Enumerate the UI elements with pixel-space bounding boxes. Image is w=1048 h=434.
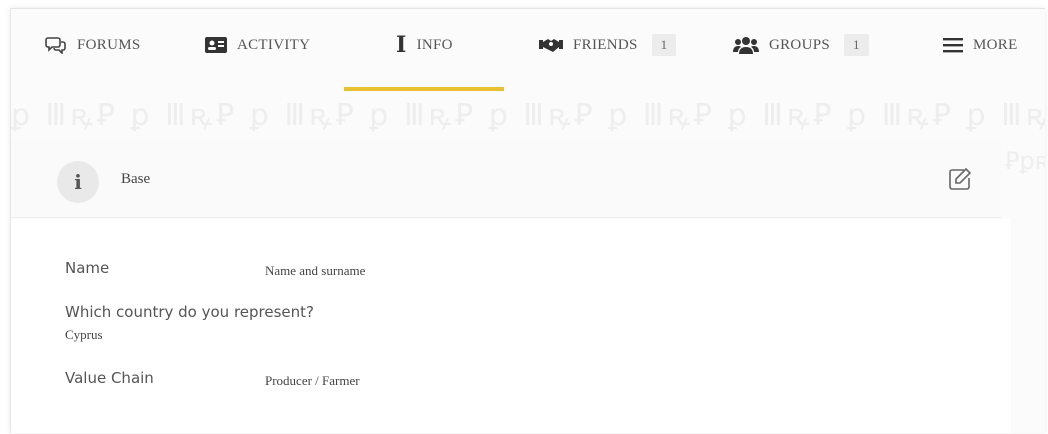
- section-header: i Base: [11, 141, 1001, 218]
- tab-label: FORUMS: [77, 36, 141, 53]
- decorative-pattern-side: ꝐꝑꝶꝐꝑꝶ: [1005, 149, 1045, 175]
- tab-label: MORE: [973, 36, 1018, 53]
- tab-forums[interactable]: FORUMS: [45, 9, 141, 81]
- users-icon: [733, 36, 759, 54]
- field-value-country: Cyprus: [65, 327, 103, 342]
- chat-bubbles-icon: [45, 36, 67, 54]
- profile-nav: FORUMS ACTIVITY i INFO FRIENDS 1 GROUPS …: [11, 9, 1045, 81]
- tab-friends[interactable]: FRIENDS 1: [539, 9, 677, 81]
- info-icon: i: [396, 32, 407, 58]
- tab-more[interactable]: MORE: [943, 9, 1018, 81]
- tab-label: ACTIVITY: [237, 36, 311, 53]
- info-icon: i: [57, 161, 99, 203]
- tab-activity[interactable]: ACTIVITY: [205, 9, 310, 81]
- active-tab-indicator: [344, 87, 504, 91]
- field-value-name: Name and surname: [265, 263, 366, 278]
- field-label-country: Which country do you represent?: [65, 303, 315, 321]
- tab-label: GROUPS: [769, 36, 830, 53]
- field-label-value-chain: Value Chain: [65, 369, 154, 387]
- tab-groups[interactable]: GROUPS 1: [733, 9, 869, 81]
- groups-count-badge: 1: [844, 34, 869, 56]
- decorative-pattern: ꝑ ⅢꝶꝐ ꝑ ⅢꝶꝐ ꝑ ⅢꝶꝐ ꝑ ⅢꝶꝐ ꝑ ⅢꝶꝐ ꝑ ⅢꝶꝐ ꝑ Ⅲꝶ…: [11, 99, 1045, 132]
- field-value-value-chain: Producer / Farmer: [265, 373, 360, 388]
- field-label-name: Name: [65, 259, 110, 277]
- section-title: Base: [121, 171, 151, 187]
- id-card-icon: [205, 37, 227, 53]
- handshake-icon: [539, 37, 563, 53]
- tab-label: FRIENDS: [573, 36, 638, 53]
- edit-icon[interactable]: [948, 167, 976, 195]
- tab-info[interactable]: i INFO: [396, 9, 453, 81]
- profile-fields: Name Name and surname Which country do y…: [11, 219, 1011, 433]
- hamburger-menu-icon: [943, 37, 963, 53]
- friends-count-badge: 1: [651, 34, 677, 56]
- profile-frame: ꝑ ⅢꝶꝐ ꝑ ⅢꝶꝐ ꝑ ⅢꝶꝐ ꝑ ⅢꝶꝐ ꝑ ⅢꝶꝐ ꝑ ⅢꝶꝐ ꝑ Ⅲꝶ…: [10, 8, 1045, 433]
- tab-label: INFO: [416, 36, 453, 53]
